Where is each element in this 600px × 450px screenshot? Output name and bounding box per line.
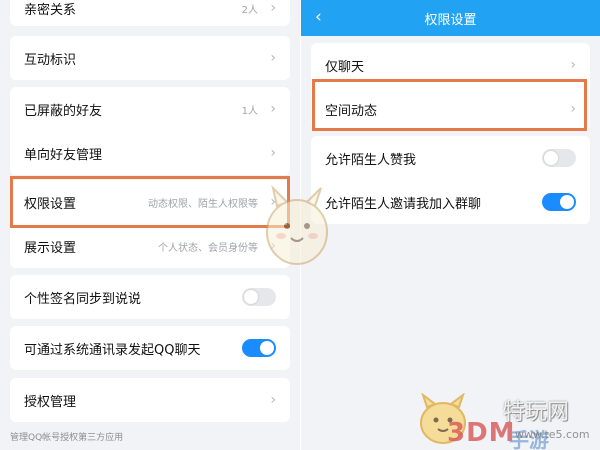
permission-settings-panel: ‹ 权限设置 仅聊天 › 空间动态 › 允许陌生人赞我 允许陌生人邀请我加入群聊 (301, 0, 600, 450)
row-one-way-friends[interactable]: 单向好友管理 › (10, 131, 290, 175)
row-display-settings-value: 个人状态、会员身份等 (158, 242, 258, 254)
row-allow-stranger-group-invite: 允许陌生人邀请我加入群聊 (311, 180, 590, 224)
chevron-right-icon: › (570, 57, 576, 73)
row-authorization[interactable]: 授权管理 › (10, 378, 290, 422)
card-permissions-display: 权限设置 动态权限、陌生人权限等 › 展示设置 个人状态、会员身份等 › (10, 180, 290, 268)
row-permission-settings-label: 权限设置 (24, 196, 77, 212)
chevron-right-icon: › (270, 145, 276, 161)
row-allow-stranger-likes-label: 允许陌生人赞我 (325, 152, 417, 168)
row-intimacy-value: 2人 (241, 4, 258, 16)
chevron-right-icon: › (270, 50, 276, 66)
row-blocked-friends-value: 1人 (241, 105, 258, 117)
card-friends: 已屏蔽的好友 1人 › 单向好友管理 › (10, 87, 290, 175)
allow-stranger-group-invite-toggle[interactable] (542, 193, 576, 211)
row-allow-stranger-likes: 允许陌生人赞我 (311, 136, 590, 180)
title-bar: ‹ 权限设置 (301, 0, 600, 36)
card-authorization: 授权管理 › (10, 378, 290, 422)
card-stranger-permissions: 允许陌生人赞我 允许陌生人邀请我加入群聊 (311, 136, 590, 224)
row-blocked-friends[interactable]: 已屏蔽的好友 1人 › (10, 87, 290, 131)
row-one-way-friends-label: 单向好友管理 (24, 147, 103, 163)
card-interaction-marks: 互动标识 › (10, 36, 290, 80)
row-qzone-moments[interactable]: 空间动态 › (311, 87, 590, 131)
toggle-knob (260, 341, 274, 355)
row-display-settings-label: 展示设置 (24, 240, 77, 256)
row-intimacy-label: 亲密关系 (24, 2, 77, 18)
row-interaction-marks[interactable]: 互动标识 › (10, 36, 290, 80)
page-title: 权限设置 (424, 12, 477, 28)
row-chat-only[interactable]: 仅聊天 › (311, 43, 590, 87)
row-chat-only-label: 仅聊天 (325, 59, 365, 75)
card-signature-sync: 个性签名同步到说说 (10, 275, 290, 319)
row-interaction-marks-label: 互动标识 (24, 52, 77, 68)
settings-panel-left: 亲密关系 2人 › 互动标识 › 已屏蔽的好友 1人 › 单向好友管理 › 权限… (0, 0, 300, 450)
allow-stranger-likes-toggle[interactable] (542, 149, 576, 167)
toggle-knob (544, 151, 558, 165)
row-authorization-label: 授权管理 (24, 394, 77, 410)
row-permission-settings-value: 动态权限、陌生人权限等 (148, 198, 258, 210)
chevron-right-icon: › (270, 101, 276, 117)
row-contacts-chat: 可通过系统通讯录发起QQ聊天 (10, 326, 290, 370)
chevron-right-icon: › (270, 194, 276, 210)
toggle-knob (244, 290, 258, 304)
row-qzone-moments-label: 空间动态 (325, 103, 378, 119)
card-intimacy: 亲密关系 2人 › (10, 0, 290, 26)
contacts-chat-toggle[interactable] (242, 339, 276, 357)
row-intimacy[interactable]: 亲密关系 2人 › (10, 0, 290, 30)
chevron-right-icon: › (570, 101, 576, 117)
row-contacts-chat-label: 可通过系统通讯录发起QQ聊天 (24, 342, 201, 358)
signature-sync-toggle[interactable] (242, 288, 276, 306)
row-signature-sync-label: 个性签名同步到说说 (24, 291, 142, 307)
toggle-knob (560, 195, 574, 209)
chevron-right-icon: › (270, 238, 276, 254)
card-contacts-chat: 可通过系统通讯录发起QQ聊天 (10, 326, 290, 370)
card-chat-scope: 仅聊天 › 空间动态 › (311, 43, 590, 131)
row-signature-sync: 个性签名同步到说说 (10, 275, 290, 319)
authorization-footer-note: 管理QQ帐号授权第三方应用 (10, 433, 124, 443)
row-allow-stranger-group-invite-label: 允许陌生人邀请我加入群聊 (325, 196, 482, 212)
row-display-settings[interactable]: 展示设置 个人状态、会员身份等 › (10, 224, 290, 268)
back-arrow-icon[interactable]: ‹ (315, 7, 322, 27)
chevron-right-icon: › (270, 392, 276, 408)
chevron-right-icon: › (270, 0, 276, 16)
row-permission-settings[interactable]: 权限设置 动态权限、陌生人权限等 › (10, 180, 290, 224)
row-blocked-friends-label: 已屏蔽的好友 (24, 103, 103, 119)
